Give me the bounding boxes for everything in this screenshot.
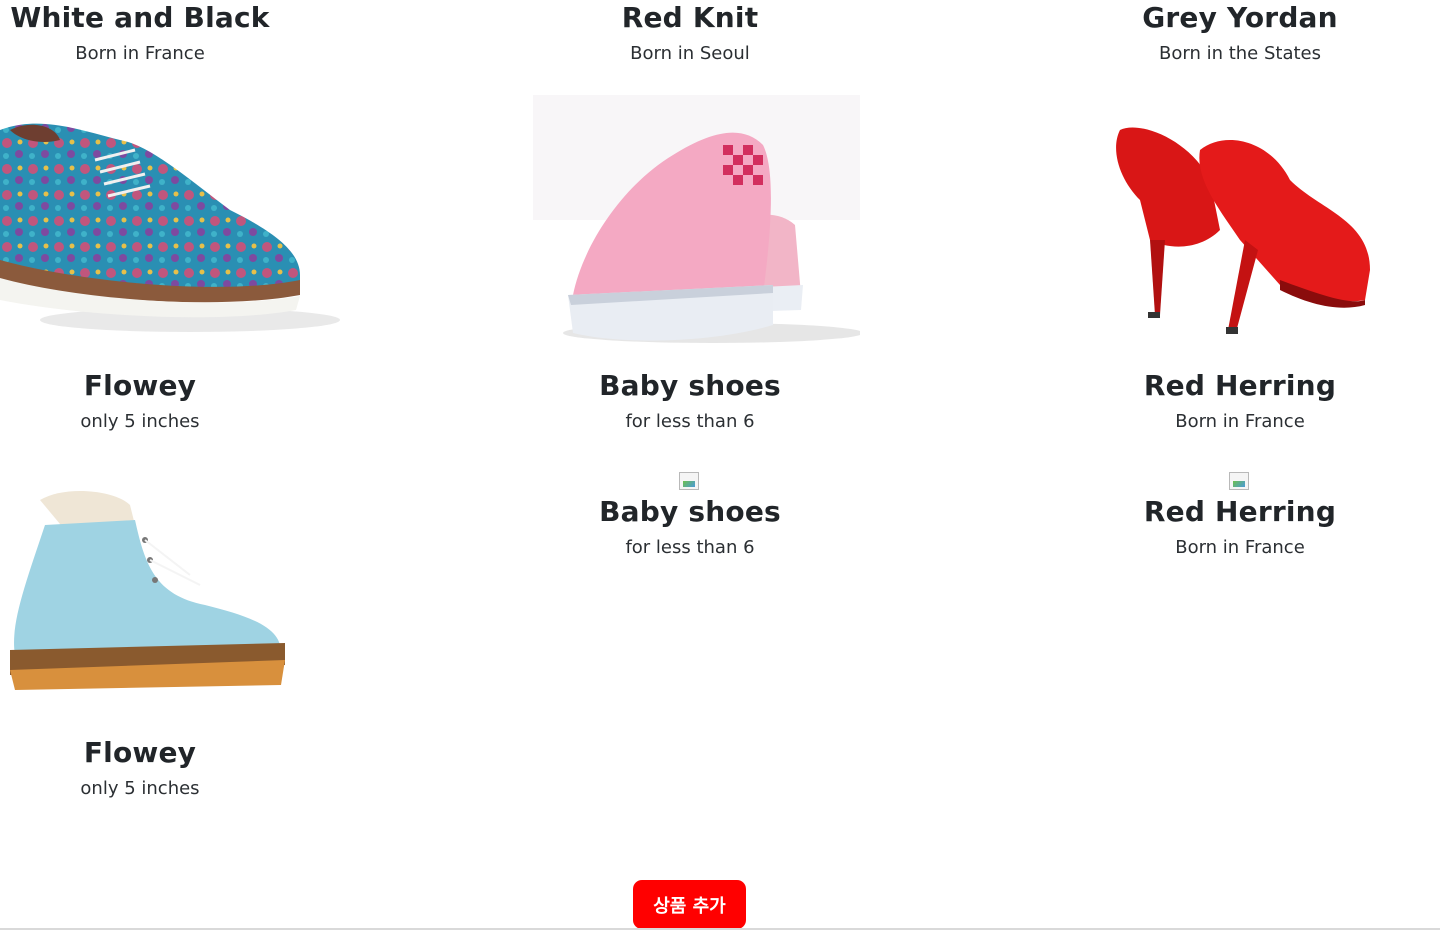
product-card[interactable]: Red Herring Born in France (1020, 368, 1440, 434)
product-title: White and Black (10, 1, 270, 34)
product-subtitle: Born in France (1175, 411, 1305, 432)
floral-shoe-image[interactable] (0, 110, 340, 350)
product-title: Flowey (83, 369, 197, 402)
product-subtitle: Born in France (75, 43, 205, 64)
product-subtitle: only 5 inches (80, 778, 200, 799)
product-subtitle: Born in Seoul (630, 43, 750, 64)
product-card[interactable]: Baby shoes for less than 6 (470, 494, 910, 560)
product-title: Grey Yordan (1142, 1, 1338, 34)
product-title: Baby shoes (599, 369, 781, 402)
pink-shoes-image[interactable] (533, 95, 860, 350)
blue-boot-image[interactable] (5, 485, 290, 695)
red-heels-image[interactable] (1080, 100, 1380, 355)
product-card[interactable]: Flowey only 5 inches (0, 368, 360, 434)
product-title: Red Herring (1143, 495, 1337, 528)
broken-image-icon (679, 472, 699, 490)
product-title: Red Herring (1143, 369, 1337, 402)
product-card[interactable]: Baby shoes for less than 6 (470, 368, 910, 434)
product-title: Flowey (83, 736, 197, 769)
product-card[interactable]: Grey Yordan Born in the States (1020, 0, 1440, 66)
broken-image-icon (1229, 472, 1249, 490)
product-subtitle: for less than 6 (625, 411, 755, 432)
product-card[interactable]: Red Herring Born in France (1020, 494, 1440, 560)
product-subtitle: for less than 6 (625, 537, 755, 558)
add-product-button[interactable]: 상품 추가 (633, 880, 746, 929)
product-subtitle: Born in the States (1159, 43, 1321, 64)
product-subtitle: Born in France (1175, 537, 1305, 558)
product-card[interactable]: Flowey only 5 inches (0, 735, 360, 801)
product-card[interactable]: Red Knit Born in Seoul (470, 0, 910, 66)
product-card[interactable]: White and Black Born in France (0, 0, 360, 66)
product-title: Red Knit (621, 1, 759, 34)
product-title: Baby shoes (599, 495, 781, 528)
product-subtitle: only 5 inches (80, 411, 200, 432)
